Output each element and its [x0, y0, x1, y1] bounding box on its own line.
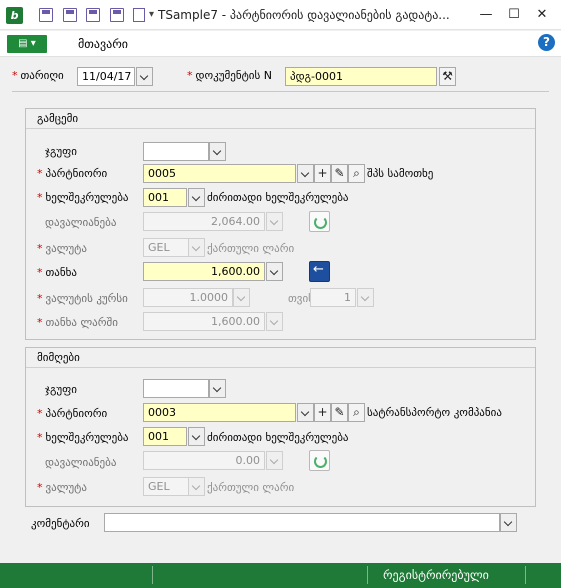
copy-amount-icon[interactable] [309, 261, 330, 282]
receiver-group-dropdown-button[interactable] [209, 379, 226, 398]
comment-label: კომენტარი [31, 517, 90, 530]
comment-dropdown-button[interactable] [500, 513, 517, 532]
receiver-currency-name: ქართული ლარი [207, 481, 295, 494]
preview-icon[interactable] [133, 8, 145, 22]
save-icon[interactable] [39, 8, 53, 22]
issuer-rate-label: * ვალუტის კურსი [37, 292, 128, 305]
quick-access-dropdown-icon[interactable]: ▾ [149, 9, 154, 20]
issuer-currency-field: GEL [143, 238, 189, 257]
issuer-amount-field[interactable]: 1,600.00 [143, 262, 265, 281]
maximize-button[interactable]: ☐ [503, 4, 525, 26]
issuer-group-label: ჯგუფი [45, 145, 77, 158]
receiver-group-label: ჯგუფი [45, 383, 77, 396]
print-icon[interactable] [110, 8, 124, 22]
date-label: * თარიღი [12, 69, 64, 82]
issuer-contract-name: ძირითადი ხელშეკრულება [207, 191, 349, 204]
doc-number-field[interactable]: პდგ-0001 [285, 67, 437, 86]
receiver-currency-field: GEL [143, 477, 189, 496]
save-new-icon[interactable] [86, 8, 100, 22]
receiver-partner-dropdown-button[interactable] [297, 403, 314, 422]
status-divider-1 [152, 566, 153, 584]
receiver-currency-dropdown-button [188, 477, 205, 496]
issuer-debt-label: დავალიანება [45, 216, 117, 229]
issuer-amount-gel-field: 1,600.00 [143, 312, 265, 331]
receiver-partner-label: * პარტნიორი [37, 407, 108, 420]
issuer-currency-dropdown-button [188, 238, 205, 257]
issuer-rate-dropdown-button [233, 288, 250, 307]
issuer-amount-gel-label: * თანხა ლარში [37, 316, 118, 329]
receiver-group-select[interactable] [143, 379, 209, 398]
comment-field[interactable] [104, 513, 500, 532]
header-divider [12, 91, 549, 92]
issuer-amount-label: * თანხა [37, 266, 77, 279]
doc-number-label: * დოკუმენტის N [187, 69, 272, 82]
issuer-contract-field[interactable]: 001 [143, 188, 187, 207]
receiver-partner-field[interactable]: 0003 [143, 403, 296, 422]
receiver-contract-field[interactable]: 001 [143, 427, 187, 446]
receiver-debt-dropdown-button [266, 451, 283, 470]
minimize-button[interactable]: — [475, 4, 497, 26]
receiver-debt-field: 0.00 [143, 451, 265, 470]
window-title: TSample7 - პარტნიორის დავალიანების გადატ… [158, 8, 450, 22]
issuer-partner-name: შპს სამოთხე [367, 167, 434, 180]
receiver-partner-name: სატრანსპორტო კომპანია [367, 406, 502, 419]
issuer-amount-dropdown-button[interactable] [266, 262, 283, 281]
issuer-title-divider [26, 128, 535, 129]
close-button[interactable]: ✕ [531, 4, 553, 26]
receiver-contract-label: * ხელშეკრულება [37, 431, 129, 444]
issuer-group-dropdown-button[interactable] [209, 142, 226, 161]
status-text: რეგისტრირებული [383, 568, 489, 582]
doc-number-generate-icon[interactable]: ⚒ [439, 67, 456, 86]
app-logo-icon: b [6, 7, 23, 24]
issuer-partner-add-icon[interactable]: + [314, 164, 331, 183]
issuer-partner-field[interactable]: 0005 [143, 164, 296, 183]
issuer-debt-dropdown-button [266, 212, 283, 231]
help-icon[interactable]: ? [538, 34, 555, 51]
issuer-partner-search-icon[interactable]: ⌕ [348, 164, 365, 183]
status-divider-2 [367, 566, 368, 584]
issuer-partner-edit-icon[interactable]: ✎ [331, 164, 348, 183]
receiver-refresh-icon[interactable] [309, 450, 330, 471]
issuer-debt-field: 2,064.00 [143, 212, 265, 231]
receiver-contract-dropdown-button[interactable] [188, 427, 205, 446]
issuer-refresh-icon[interactable] [309, 211, 330, 232]
receiver-contract-name: ძირითადი ხელშეკრულება [207, 431, 349, 444]
issuer-per-field: 1 [310, 288, 356, 307]
date-field[interactable]: 11/04/17 [77, 67, 135, 86]
issuer-amount-gel-dropdown-button [266, 312, 283, 331]
receiver-group-title: მიმღები [37, 351, 80, 364]
status-divider-3 [525, 566, 526, 584]
issuer-contract-label: * ხელშეკრულება [37, 191, 129, 204]
receiver-partner-add-icon[interactable]: + [314, 403, 331, 422]
issuer-rate-field: 1.0000 [143, 288, 233, 307]
issuer-currency-name: ქართული ლარი [207, 242, 295, 255]
issuer-partner-dropdown-button[interactable] [297, 164, 314, 183]
save-close-icon[interactable] [63, 8, 77, 22]
receiver-currency-label: * ვალუტა [37, 481, 87, 494]
receiver-partner-edit-icon[interactable]: ✎ [331, 403, 348, 422]
issuer-group-title: გამცემი [37, 112, 79, 125]
issuer-currency-label: * ვალუტა [37, 242, 87, 255]
tab-main[interactable]: მთავარი [78, 37, 128, 51]
receiver-title-divider [26, 367, 535, 368]
receiver-debt-label: დავალიანება [45, 456, 117, 469]
date-dropdown-button[interactable] [136, 67, 153, 86]
issuer-contract-dropdown-button[interactable] [188, 188, 205, 207]
receiver-partner-search-icon[interactable]: ⌕ [348, 403, 365, 422]
app-menu-button[interactable]: ▤ ▾ [7, 35, 47, 53]
issuer-per-dropdown-button [357, 288, 374, 307]
issuer-group-select[interactable] [143, 142, 209, 161]
issuer-partner-label: * პარტნიორი [37, 167, 108, 180]
